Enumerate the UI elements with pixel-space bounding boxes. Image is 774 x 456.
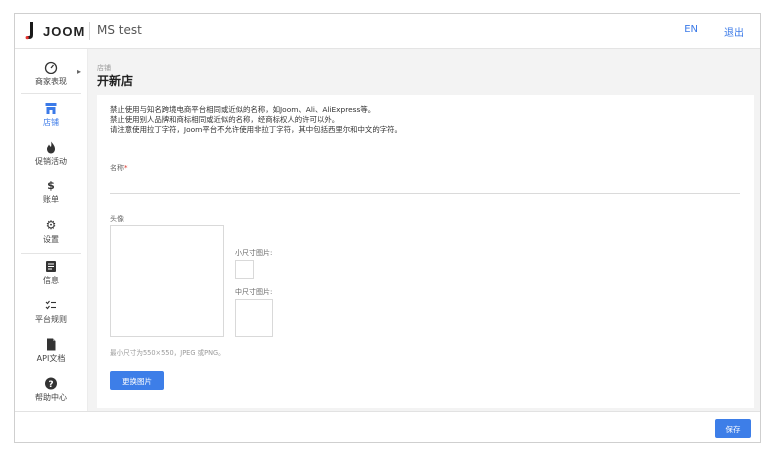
gauge-icon (44, 61, 58, 74)
sidebar-item-messages[interactable]: 信息 (15, 260, 87, 286)
top-bar: JOOM MS test EN 退出 (15, 14, 760, 49)
sidebar-divider (21, 93, 81, 94)
footer-bar: 保存 (15, 411, 760, 442)
sidebar-item-promotions[interactable]: 促销活动 (15, 141, 87, 167)
rule-line: 禁止使用与知名跨境电商平台相同或近似的名称，如Joom、Ali、AliExpre… (110, 105, 376, 114)
header-divider (89, 22, 90, 40)
document-icon (47, 338, 56, 351)
avatar-large-preview (110, 225, 224, 337)
new-store-form-card: 禁止使用与知名跨境电商平台相同或近似的名称，如Joom、Ali、AliExpre… (97, 95, 754, 408)
avatar-mid-preview (235, 299, 273, 337)
name-field-label: 名称* (110, 163, 128, 173)
logo-text: JOOM (43, 23, 86, 39)
sidebar-divider (21, 253, 81, 254)
message-icon (46, 261, 56, 272)
sidebar-item-label: API文档 (36, 354, 66, 363)
sidebar-item-settings[interactable]: ⚙ 设置 (15, 219, 87, 245)
name-label-text: 名称 (110, 164, 124, 172)
sidebar-item-label: 商家表现 (35, 77, 67, 86)
store-title: MS test (97, 23, 142, 37)
sidebar-item-performance[interactable]: 商家表现 ▸ (15, 61, 87, 87)
sidebar-item-label: 信息 (43, 276, 59, 285)
help-icon: ? (45, 377, 57, 390)
logout-link[interactable]: 退出 (724, 24, 744, 39)
sidebar-item-label: 促销活动 (35, 157, 67, 166)
joom-logo-mark-icon (25, 22, 33, 40)
name-input-underline (110, 193, 740, 194)
svg-text:?: ? (48, 380, 53, 390)
sidebar-item-label: 设置 (43, 235, 59, 244)
joom-logo[interactable]: JOOM (25, 22, 85, 40)
sidebar-item-label: 店铺 (43, 118, 59, 127)
avatar-label: 头像 (110, 215, 124, 223)
replace-image-button[interactable]: 更换图片 (110, 371, 164, 390)
naming-rules: 禁止使用与知名跨境电商平台相同或近似的名称，如Joom、Ali、AliExpre… (110, 105, 402, 135)
small-image-label: 小尺寸图片: (235, 249, 273, 257)
sidebar-item-label: 平台规则 (35, 315, 67, 324)
language-switch[interactable]: EN (684, 24, 698, 35)
rule-line: 禁止使用别人品牌和商标相同或近似的名称，经商标权人的许可以外。 (110, 115, 340, 124)
dollar-icon: $ (47, 179, 55, 192)
sidebar-item-platform-rules[interactable]: 平台规则 (15, 299, 87, 325)
flame-icon (47, 141, 55, 154)
required-mark: * (124, 164, 128, 172)
name-input[interactable] (110, 175, 740, 192)
checklist-icon (45, 300, 56, 310)
chevron-right-icon: ▸ (76, 67, 81, 76)
app-window: JOOM MS test EN 退出 商家表现 ▸ 店铺 促销活动 $ 账单 ⚙… (14, 13, 761, 443)
sidebar-item-label: 账单 (43, 195, 59, 204)
save-button[interactable]: 保存 (715, 419, 751, 438)
sidebar-item-api-docs[interactable]: API文档 (15, 338, 87, 364)
sidebar-item-help-center[interactable]: ? 帮助中心 (15, 377, 87, 403)
gear-icon: ⚙ (45, 218, 57, 232)
page-title: 开新店 (97, 74, 134, 88)
sidebar-item-label: 帮助中心 (35, 393, 67, 402)
avatar-small-preview (235, 260, 254, 279)
mid-image-label: 中尺寸图片: (235, 288, 273, 296)
image-size-hint: 最小尺寸为550×550，JPEG 或PNG。 (110, 349, 225, 357)
store-icon (45, 103, 57, 114)
sidebar-item-billing[interactable]: $ 账单 (15, 179, 87, 205)
sidebar-item-store[interactable]: 店铺 (15, 102, 87, 128)
rule-line: 请注意使用拉丁字符，Joom平台不允许使用非拉丁字符，其中包括西里尔和中文的字符… (110, 125, 402, 134)
main-content: 店铺 开新店 禁止使用与知名跨境电商平台相同或近似的名称，如Joom、Ali、A… (88, 49, 760, 412)
sidebar: 商家表现 ▸ 店铺 促销活动 $ 账单 ⚙ 设置 信息 平台规则 API文档 ?… (15, 49, 88, 412)
